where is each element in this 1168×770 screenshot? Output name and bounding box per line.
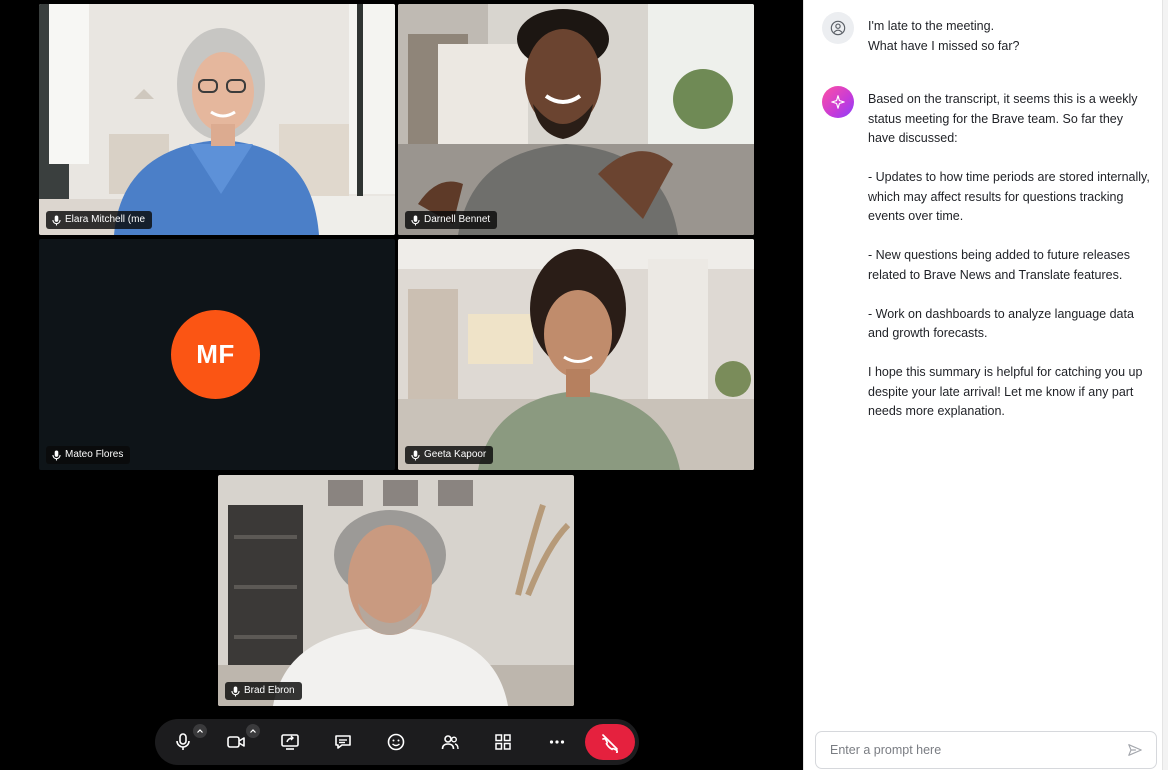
- assistant-avatar: [822, 86, 854, 118]
- participant-name: Darnell Bennet: [424, 214, 491, 225]
- user-avatar: [822, 12, 854, 44]
- camera-options-button[interactable]: [246, 724, 260, 738]
- video-stage: Elara Mitchell (me Darnell Bennet MF Mat…: [0, 0, 803, 770]
- microphone-icon: [52, 215, 61, 225]
- send-icon: [1128, 744, 1142, 756]
- reactions-button[interactable]: [380, 726, 412, 758]
- chevron-up-icon: [197, 729, 203, 733]
- assistant-message-text: Based on the transcript, it seems this i…: [868, 92, 1150, 418]
- participants-button[interactable]: [434, 726, 466, 758]
- video-tile-geeta[interactable]: Geeta Kapoor: [398, 239, 754, 470]
- participant-video: [398, 239, 754, 470]
- participant-name: Brad Ebron: [244, 685, 295, 696]
- prompt-box: [815, 731, 1157, 769]
- end-call-icon: [602, 734, 618, 753]
- microphone-icon: [52, 450, 61, 460]
- chat-icon: [335, 735, 351, 749]
- layout-button[interactable]: [487, 726, 519, 758]
- end-call-button[interactable]: [585, 724, 635, 760]
- microphone-icon: [231, 686, 240, 696]
- microphone-icon: [411, 450, 420, 460]
- assistant-message: Based on the transcript, it seems this i…: [822, 86, 1152, 422]
- participant-video: [39, 4, 395, 235]
- participant-video: [398, 4, 754, 235]
- participant-name-tag: Brad Ebron: [225, 682, 302, 700]
- emoji-icon: [387, 733, 405, 751]
- participants-icon: [441, 735, 459, 750]
- ai-assistant-panel: I'm late to the meeting. What have I mis…: [803, 0, 1168, 770]
- participant-name: Elara Mitchell (me: [65, 214, 146, 225]
- participant-name-tag: Geeta Kapoor: [405, 446, 494, 464]
- user-message: I'm late to the meeting. What have I mis…: [822, 12, 1152, 56]
- participant-name-tag: Elara Mitchell (me: [46, 211, 153, 229]
- participant-name: Geeta Kapoor: [424, 449, 487, 460]
- more-icon: [549, 740, 565, 744]
- avatar-initials: MF: [171, 310, 260, 399]
- screen-share-icon: [281, 734, 299, 750]
- send-button[interactable]: [1126, 741, 1144, 759]
- microphone-icon: [411, 215, 420, 225]
- chat-button[interactable]: [327, 726, 359, 758]
- more-options-button[interactable]: [541, 726, 573, 758]
- microphone-options-button[interactable]: [193, 724, 207, 738]
- video-tile-brad[interactable]: Brad Ebron: [218, 475, 574, 706]
- sparkle-icon: [831, 95, 845, 109]
- user-icon: [830, 20, 846, 36]
- panel-scrollbar[interactable]: [1162, 0, 1168, 770]
- screen-share-button[interactable]: [274, 726, 306, 758]
- microphone-icon: [176, 733, 190, 750]
- video-tile-darnell[interactable]: Darnell Bennet: [398, 4, 754, 235]
- user-message-text: I'm late to the meeting. What have I mis…: [868, 19, 1020, 53]
- video-tile-mateo[interactable]: MF Mateo Flores: [39, 239, 395, 470]
- prompt-input[interactable]: [830, 743, 1126, 757]
- participant-video: [218, 475, 574, 706]
- video-tile-elara[interactable]: Elara Mitchell (me: [39, 4, 395, 235]
- participant-name: Mateo Flores: [65, 449, 124, 460]
- call-controls-bar: [155, 719, 639, 765]
- participant-name-tag: Mateo Flores: [46, 446, 131, 464]
- camera-icon: [227, 736, 245, 748]
- grid-layout-icon: [495, 734, 511, 750]
- chevron-up-icon: [250, 729, 256, 733]
- participant-name-tag: Darnell Bennet: [405, 211, 498, 229]
